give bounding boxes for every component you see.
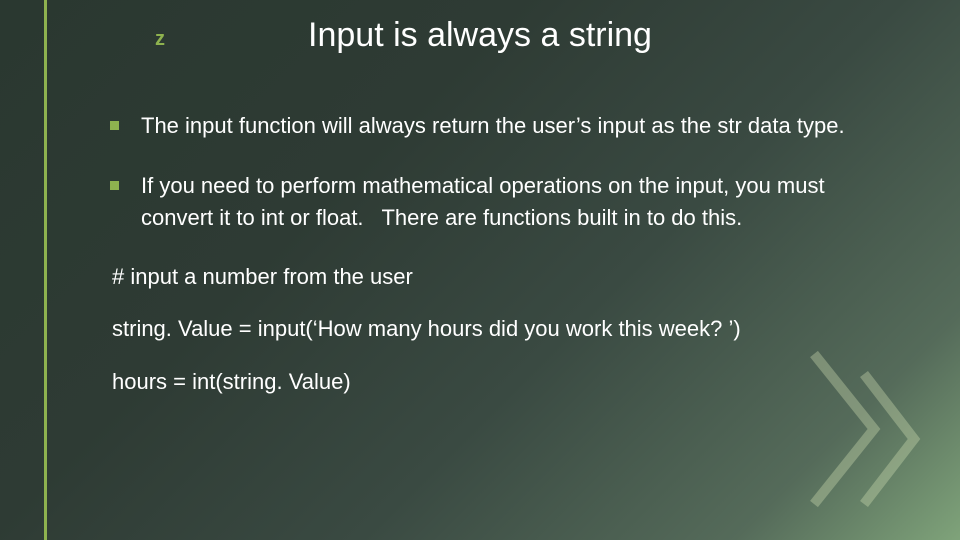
bullet-item: If you need to perform mathematical oper… [110,170,890,234]
bullet-marker-icon [110,121,119,130]
bullet-item: The input function will always return th… [110,110,890,142]
slide-content: The input function will always return th… [110,110,890,420]
code-line: # input a number from the user [112,262,890,293]
bullet-marker-icon [110,181,119,190]
code-line: hours = int(string. Value) [112,367,890,398]
code-line: string. Value = input(‘How many hours di… [112,314,890,345]
accent-rule [44,0,47,540]
slide: z Input is always a string The input fun… [0,0,960,540]
code-block: # input a number from the user string. V… [112,262,890,398]
bullet-text: If you need to perform mathematical oper… [141,170,890,234]
bullet-text: The input function will always return th… [141,110,890,142]
slide-title: Input is always a string [0,16,960,55]
